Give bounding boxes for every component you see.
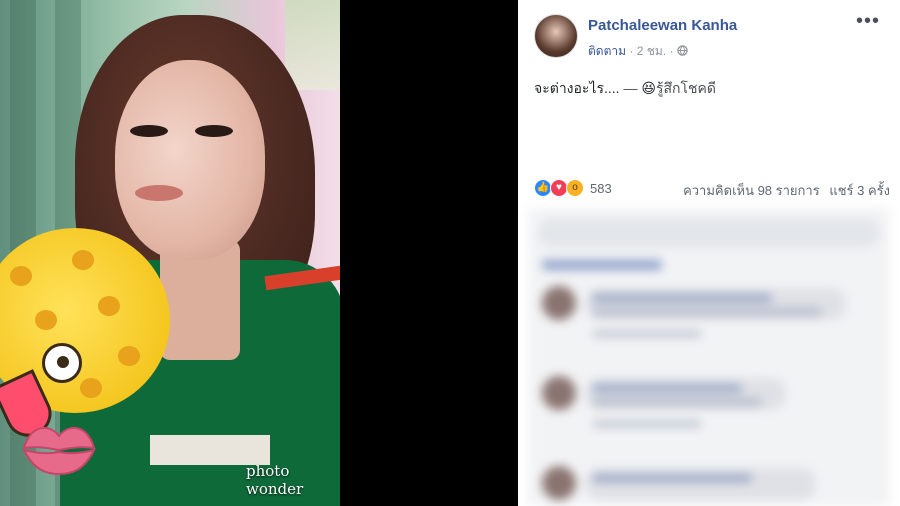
comment-count-link[interactable]: ความคิดเห็น 98 รายการ <box>683 183 820 198</box>
author-name[interactable]: Patchaleewan Kanha <box>588 17 737 34</box>
post-text: จะต่างอะไร.... — 😆รู้สึกโชคดี <box>534 78 716 100</box>
wow-reaction-icon: o <box>566 179 584 197</box>
post-body: จะต่างอะไร.... <box>534 80 620 96</box>
feeling-dash: — <box>623 80 638 96</box>
cookie-chip <box>80 378 102 398</box>
kiss-lips-sticker <box>22 426 96 476</box>
reactions-summary[interactable]: 👍 ♥ o 583 <box>534 179 612 197</box>
cookie-chip <box>118 346 140 366</box>
cookie-chip <box>98 296 120 316</box>
reaction-count: 583 <box>590 180 612 196</box>
post-photo[interactable]: photo wonder <box>0 0 340 506</box>
globe-icon <box>677 45 688 56</box>
cookie-eye <box>42 343 82 383</box>
window-decoration <box>285 0 340 90</box>
comment-item <box>542 466 882 506</box>
comment-item <box>542 286 882 346</box>
photo-watermark: photo wonder <box>246 462 304 498</box>
photo-face <box>115 60 265 260</box>
follow-link[interactable]: ติดตาม <box>588 44 626 58</box>
photo-eye <box>130 125 168 137</box>
comment-item <box>542 376 882 436</box>
post-panel: Patchaleewan Kanha ติดตาม · 2 ชม. · ••• … <box>518 0 900 506</box>
cookie-chip <box>35 310 57 330</box>
comments-section-blurred <box>528 208 890 506</box>
share-count-link[interactable]: แชร์ 3 ครั้ง <box>829 183 890 198</box>
feeling-text[interactable]: รู้สึกโชคดี <box>656 80 716 96</box>
feeling-emoji-icon: 😆 <box>641 80 656 96</box>
comments-header-blurred <box>542 260 662 270</box>
cookie-chip <box>10 266 32 286</box>
jacket-stripe <box>264 263 340 291</box>
post-time[interactable]: 2 ชม. <box>637 44 666 58</box>
comment-input-blurred <box>538 218 880 248</box>
avatar[interactable] <box>534 14 578 58</box>
photo-eye <box>195 125 233 137</box>
post-meta: ติดตาม · 2 ชม. · <box>588 42 688 61</box>
cookie-chip <box>72 250 94 270</box>
meta-separator: · <box>669 44 674 58</box>
post-stats: ความคิดเห็น 98 รายการ แชร์ 3 ครั้ง <box>683 180 890 201</box>
shirt-stripe <box>150 435 270 465</box>
photo-lips <box>135 185 183 201</box>
meta-separator: · <box>629 44 634 58</box>
more-options-icon[interactable]: ••• <box>856 10 880 33</box>
